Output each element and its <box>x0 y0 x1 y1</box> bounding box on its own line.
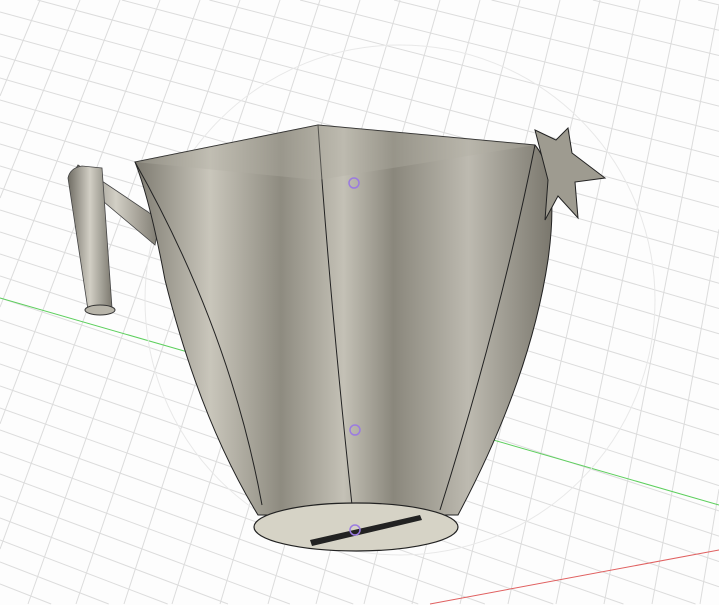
grid-line <box>0 0 41 97</box>
handle-end <box>84 304 116 316</box>
scene <box>0 0 719 605</box>
grid-line <box>0 517 229 605</box>
3d-viewport[interactable] <box>0 0 719 605</box>
grid-line <box>0 561 109 605</box>
grid-line <box>0 495 291 605</box>
grid-line <box>555 0 681 605</box>
grid-line <box>592 0 719 31</box>
grid-line <box>697 0 719 6</box>
grid-line <box>491 0 719 56</box>
grid-line <box>299 0 719 107</box>
grid-line <box>0 0 81 199</box>
pitcher-body[interactable] <box>134 124 553 552</box>
x-axis-line <box>429 549 719 605</box>
grid-line <box>209 0 719 132</box>
grid-line <box>699 489 719 605</box>
grid-line <box>0 583 52 605</box>
pitcher-base <box>253 502 459 552</box>
grid-line <box>121 0 719 158</box>
